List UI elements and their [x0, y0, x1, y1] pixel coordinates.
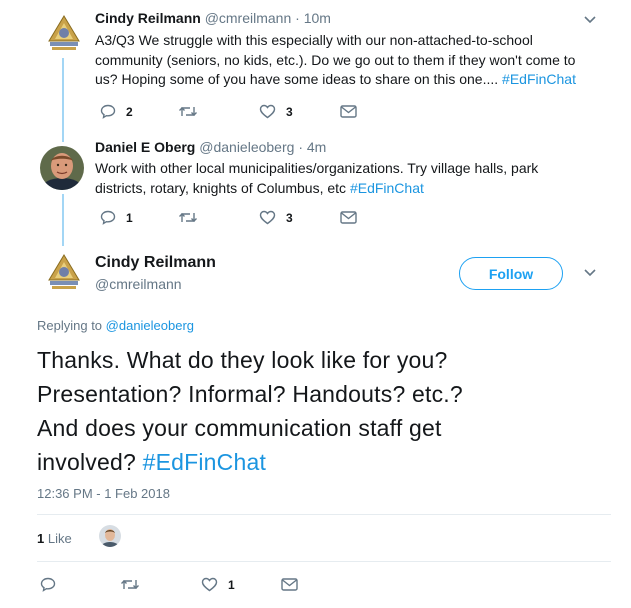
user-photo-icon: [40, 146, 84, 190]
replying-to: Replying to @danieleoberg: [37, 318, 194, 333]
replying-prefix: Replying to: [37, 318, 106, 333]
like-count: 3: [286, 104, 293, 119]
tweet-text-segment: us? Hoping some of you have some ideas t…: [95, 71, 503, 87]
envelope-icon: [281, 578, 298, 591]
tweet-1-header: Cindy Reilmann @cmreilmann · 10m: [95, 10, 331, 26]
hashtag-link[interactable]: #EdFinChat: [143, 449, 266, 475]
tweet-text-line: us? Hoping some of you have some ideas t…: [95, 70, 576, 90]
message-button[interactable]: [281, 578, 298, 591]
reply-button[interactable]: 2: [100, 104, 133, 119]
district-logo-icon: [48, 254, 80, 289]
reply-button[interactable]: [40, 577, 56, 592]
replying-handle-link[interactable]: @danieleoberg: [106, 318, 194, 333]
retweet-icon: [121, 580, 139, 589]
tweet-1-text: A3/Q3 We struggle with this especially w…: [95, 31, 576, 90]
author-name[interactable]: Cindy Reilmann: [95, 254, 216, 272]
user-photo-icon: [99, 525, 121, 547]
tweet-text-segment: districts, rotary, knights of Columbus, …: [95, 179, 350, 196]
tweet-text-line: Thanks. What do they look like for you?: [37, 347, 448, 373]
tweet-text-line: And does your communication staff get: [37, 415, 442, 441]
tweet-2-header: Daniel E Oberg @danieleoberg · 4m: [95, 139, 326, 155]
tweet-time[interactable]: · 10m: [295, 10, 331, 26]
tweet-2-text: Work with other local municipalities/org…: [95, 159, 538, 198]
likes-summary[interactable]: 1 Like: [37, 531, 72, 546]
chevron-down-icon[interactable]: [583, 268, 597, 278]
heart-icon: [259, 104, 276, 119]
like-button[interactable]: 1: [201, 577, 235, 592]
reply-count: 2: [126, 104, 133, 119]
divider: [37, 514, 611, 515]
tweet-text-segment: involved?: [37, 449, 143, 475]
thread-line-1: [62, 58, 64, 142]
tweet-time[interactable]: · 4m: [298, 139, 326, 155]
like-button[interactable]: 3: [259, 210, 293, 225]
message-button[interactable]: [340, 105, 357, 118]
heart-icon: [201, 577, 218, 592]
reply-icon: [40, 577, 56, 592]
envelope-icon: [340, 105, 357, 118]
chevron-down-icon[interactable]: [583, 15, 597, 25]
author-handle[interactable]: @cmreilmann: [95, 276, 182, 292]
retweet-button[interactable]: [120, 577, 140, 592]
follow-button[interactable]: Follow: [459, 257, 563, 290]
author-handle[interactable]: @cmreilmann: [205, 10, 292, 26]
reply-icon: [100, 210, 116, 225]
hashtag-link[interactable]: #EdFinChat: [350, 180, 424, 196]
like-count: 3: [286, 210, 293, 225]
envelope-icon: [340, 211, 357, 224]
likes-label: Like: [47, 531, 72, 546]
avatar[interactable]: [44, 252, 84, 292]
like-button[interactable]: 3: [259, 104, 293, 119]
author-handle[interactable]: @danieleoberg: [199, 139, 294, 155]
tweet-text-line: districts, rotary, knights of Columbus, …: [95, 179, 538, 199]
retweet-button[interactable]: [178, 104, 198, 119]
district-logo-icon: [48, 15, 80, 50]
retweet-icon: [179, 213, 197, 222]
thread-line-2: [62, 194, 64, 246]
tweet-text-line: involved? #EdFinChat: [37, 445, 617, 479]
retweet-icon: [179, 107, 197, 116]
tweet-text-line: community (seniors, no kids, etc.). Do w…: [95, 51, 576, 68]
tweet-timestamp[interactable]: 12:36 PM - 1 Feb 2018: [37, 486, 170, 501]
message-button[interactable]: [340, 211, 357, 224]
tweet-text-line: Presentation? Informal? Handouts? etc.?: [37, 381, 463, 407]
divider: [37, 561, 611, 562]
liker-avatar[interactable]: [99, 525, 121, 547]
reply-icon: [100, 104, 116, 119]
author-name[interactable]: Daniel E Oberg: [95, 139, 195, 155]
tweet-text-line: A3/Q3 We struggle with this especially w…: [95, 32, 533, 48]
main-tweet-text: Thanks. What do they look like for you? …: [37, 343, 617, 479]
likes-count: 1: [37, 531, 45, 546]
avatar[interactable]: [40, 146, 84, 190]
reply-count: 1: [126, 210, 133, 225]
retweet-button[interactable]: [178, 210, 198, 225]
avatar[interactable]: [44, 13, 84, 53]
author-name[interactable]: Cindy Reilmann: [95, 10, 201, 26]
like-count: 1: [228, 577, 235, 592]
reply-button[interactable]: 1: [100, 210, 133, 225]
hashtag-link[interactable]: #EdFinChat: [502, 71, 576, 87]
tweet-text-line: Work with other local municipalities/org…: [95, 160, 539, 176]
heart-icon: [259, 210, 276, 225]
